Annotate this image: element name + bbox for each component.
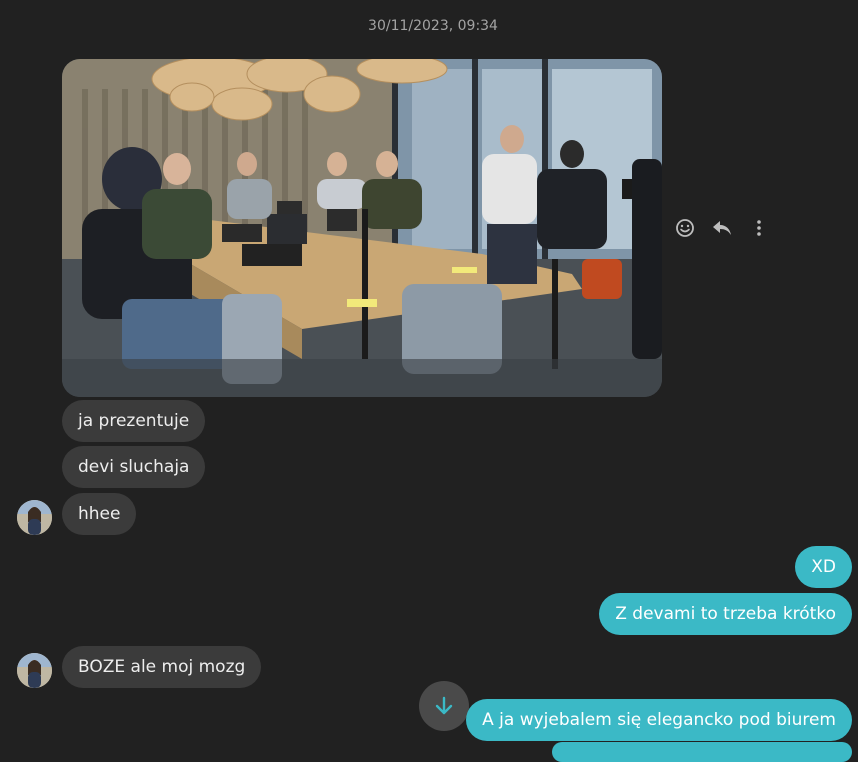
- more-vertical-icon: [756, 220, 761, 236]
- incoming-message[interactable]: hhee: [62, 493, 137, 535]
- message-timestamp: 30/11/2023, 09:34: [368, 18, 498, 34]
- sender-avatar[interactable]: [17, 500, 52, 535]
- avatar-image: [17, 653, 52, 688]
- incoming-message[interactable]: BOZE ale moj mozg: [62, 646, 262, 688]
- sender-avatar[interactable]: [17, 653, 52, 688]
- incoming-message[interactable]: devi sluchaja: [62, 446, 206, 488]
- emoji-smile-icon: [676, 219, 695, 237]
- avatar-image: [17, 500, 52, 535]
- arrow-down-icon: [435, 696, 453, 715]
- outgoing-message[interactable]: A ja wyjebalem się elegancko pod biurem: [466, 699, 852, 741]
- outgoing-message[interactable]: Z devami to trzeba krótko: [599, 593, 852, 635]
- scroll-to-bottom-button[interactable]: [419, 681, 469, 731]
- more-options-button[interactable]: [745, 214, 772, 242]
- shared-photo[interactable]: [62, 59, 662, 397]
- react-button[interactable]: [672, 214, 699, 242]
- outgoing-message-partial: [552, 742, 852, 762]
- incoming-message[interactable]: ja prezentuje: [62, 400, 206, 442]
- office-meeting-photo: [62, 59, 662, 397]
- outgoing-message[interactable]: XD: [795, 546, 852, 588]
- reply-arrow-icon: [713, 221, 731, 235]
- message-actions: [672, 214, 772, 242]
- reply-button[interactable]: [709, 214, 736, 242]
